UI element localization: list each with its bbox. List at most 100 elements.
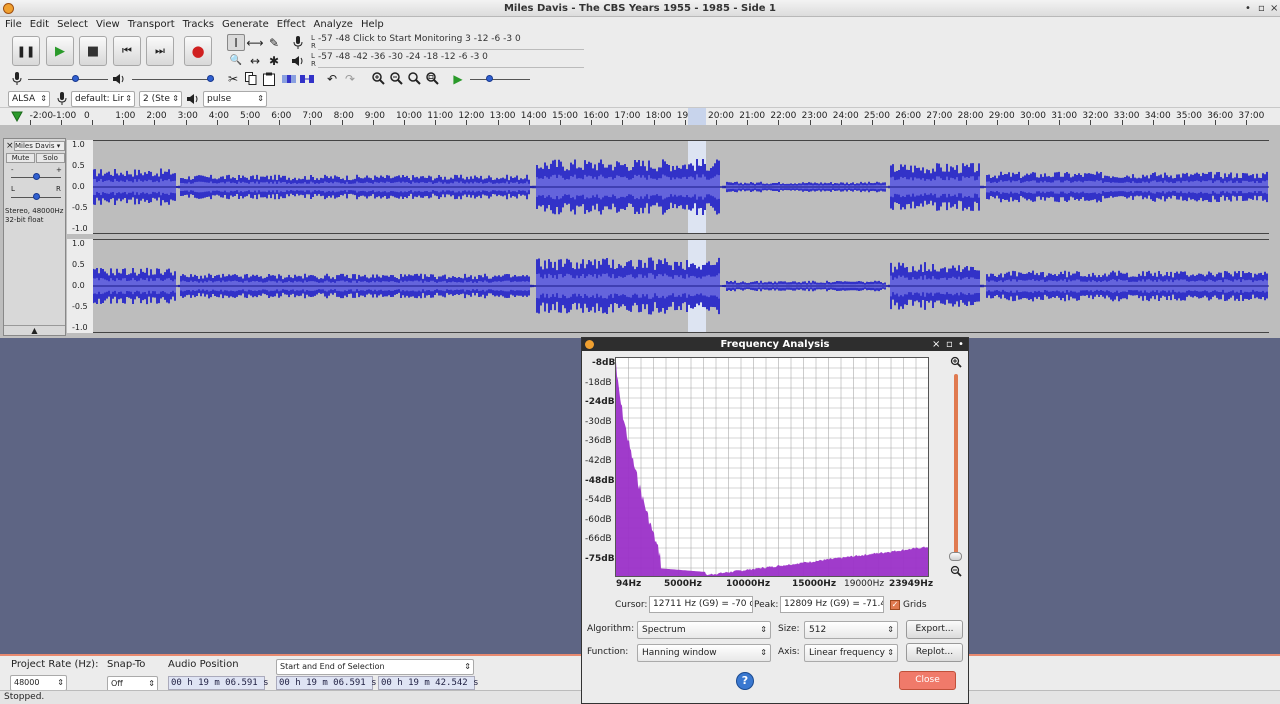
- record-meter-mic-icon[interactable]: [289, 34, 307, 51]
- waveform-channel-left[interactable]: [93, 140, 1269, 234]
- selection-start-field[interactable]: 00 h 19 m 06.591 s: [276, 676, 377, 690]
- playback-meter-speaker-icon[interactable]: [289, 52, 307, 69]
- ruler-tick-mark: [372, 120, 374, 125]
- y-axis-label: -48dB: [585, 475, 615, 486]
- minimize-button[interactable]: •: [1245, 0, 1251, 17]
- audio-position-field[interactable]: 00 h 19 m 06.591 s: [168, 676, 269, 690]
- menu-help[interactable]: Help: [361, 17, 384, 33]
- paste-icon[interactable]: [260, 70, 278, 87]
- gain-slider[interactable]: [11, 172, 61, 182]
- draw-tool-icon[interactable]: ✎: [265, 34, 283, 51]
- track-close-icon[interactable]: ×: [6, 141, 14, 151]
- menu-view[interactable]: View: [96, 17, 120, 33]
- x-axis-label: 94Hz: [616, 579, 642, 589]
- selection-end-field[interactable]: 00 h 19 m 42.542 s: [378, 676, 479, 690]
- grids-checkbox[interactable]: ✓: [890, 600, 900, 610]
- ruler-tick-mark: [310, 120, 312, 125]
- zoom-in-freq-icon[interactable]: [950, 356, 962, 368]
- menu-effect[interactable]: Effect: [277, 17, 306, 33]
- help-button[interactable]: ?: [736, 672, 754, 690]
- menu-generate[interactable]: Generate: [222, 17, 269, 33]
- play-head-triangle-icon[interactable]: [11, 111, 23, 122]
- spectrum-plot[interactable]: [615, 357, 929, 577]
- recording-volume-slider[interactable]: [28, 74, 108, 84]
- close-window-button[interactable]: ×: [1270, 0, 1278, 17]
- output-device-select[interactable]: pulse: [203, 91, 267, 107]
- menu-edit[interactable]: Edit: [30, 17, 49, 33]
- zoom-in-icon[interactable]: [369, 70, 387, 87]
- y-axis-label: -66dB: [585, 534, 612, 545]
- skip-to-start-button[interactable]: ⏮: [113, 36, 141, 66]
- time-shift-tool-icon[interactable]: ↔: [246, 52, 264, 69]
- size-select[interactable]: 512: [804, 621, 898, 639]
- ruler-tick-mark: [1028, 120, 1029, 125]
- trim-audio-icon[interactable]: [280, 70, 298, 87]
- dialog-maximize[interactable]: ▫: [946, 338, 953, 351]
- mute-button[interactable]: Mute: [6, 153, 35, 163]
- selection-mode-select[interactable]: Start and End of Selection: [276, 659, 474, 675]
- input-device-select[interactable]: default: Lir: [71, 91, 135, 107]
- copy-icon[interactable]: [242, 70, 260, 87]
- fit-project-icon[interactable]: [423, 70, 441, 87]
- envelope-tool-icon[interactable]: ⟷: [246, 34, 264, 51]
- close-button[interactable]: Close: [899, 671, 956, 690]
- fit-selection-icon[interactable]: [405, 70, 423, 87]
- zoom-out-freq-icon[interactable]: [950, 565, 962, 577]
- freq-zoom-slider-track[interactable]: [954, 374, 958, 560]
- ruler-tick-mark: [778, 120, 780, 125]
- waveform-channel-right[interactable]: [93, 239, 1269, 333]
- pan-slider[interactable]: [11, 192, 61, 202]
- audio-host-select[interactable]: ALSA: [8, 91, 50, 107]
- play-button[interactable]: ▶: [46, 36, 74, 66]
- zoom-tool-icon[interactable]: 🔍: [227, 52, 245, 69]
- playback-volume-slider[interactable]: [132, 74, 214, 84]
- dialog-title-bar: Frequency Analysis × ▫ •: [582, 338, 968, 351]
- zoom-out-icon[interactable]: [387, 70, 405, 87]
- dialog-minimize[interactable]: •: [958, 338, 964, 351]
- silence-audio-icon[interactable]: [298, 70, 316, 87]
- ruler-tick-label: 16:00: [583, 111, 610, 121]
- selection-tool-icon[interactable]: I: [227, 34, 245, 51]
- ruler-tick-label: 17:00: [614, 111, 641, 121]
- ruler-tick-mark: [528, 120, 530, 125]
- record-meter[interactable]: LR -57 -48 Click to Start Monitoring 3 -…: [311, 34, 584, 50]
- pause-button[interactable]: ❚❚: [12, 36, 40, 66]
- multi-tool-icon[interactable]: ✱: [265, 52, 283, 69]
- ruler-tick-label: 21:00: [739, 111, 766, 121]
- replot-button[interactable]: Replot...: [906, 643, 963, 662]
- algorithm-select[interactable]: Spectrum: [637, 621, 771, 639]
- maximize-button[interactable]: ▫: [1258, 0, 1265, 17]
- cut-icon[interactable]: ✂: [224, 70, 242, 87]
- undo-icon[interactable]: ↶: [323, 70, 341, 87]
- timeline-ruler[interactable]: -2:00 -1:00 0 1:00 2:00 3:00 4:00 5:00 6:00 7:00 8…: [0, 108, 1280, 126]
- menu-select[interactable]: Select: [57, 17, 88, 33]
- project-rate-select[interactable]: 48000: [10, 675, 67, 691]
- record-button[interactable]: ●: [184, 36, 212, 66]
- stop-button[interactable]: ■: [79, 36, 107, 66]
- input-channels-select[interactable]: 2 (Ste: [139, 91, 182, 107]
- play-at-speed-icon[interactable]: ▶: [449, 70, 467, 87]
- menu-analyze[interactable]: Analyze: [314, 17, 353, 33]
- track-name-menu[interactable]: Miles Davis ▾: [14, 141, 65, 151]
- ruler-tick-label: -2:00: [29, 111, 54, 121]
- playback-meter[interactable]: LR -57 -48 -42 -36 -30 -24 -18 -12 -6 -3…: [311, 52, 584, 68]
- peak-value-field[interactable]: 12809 Hz (G9) = -71.4: [780, 596, 884, 613]
- freq-zoom-slider-knob[interactable]: [949, 552, 962, 561]
- cursor-value-field[interactable]: 12711 Hz (G9) = -70 d: [649, 596, 753, 613]
- function-select[interactable]: Hanning window: [637, 644, 771, 662]
- peak-label: Peak:: [754, 600, 779, 610]
- redo-icon[interactable]: ↷: [341, 70, 359, 87]
- collapse-track-button[interactable]: ▲: [4, 325, 65, 335]
- dialog-close-x[interactable]: ×: [932, 338, 940, 351]
- axis-select[interactable]: Linear frequency: [804, 644, 898, 662]
- menu-transport[interactable]: Transport: [128, 17, 175, 33]
- ruler-tick-label: 22:00: [770, 111, 797, 121]
- solo-button[interactable]: Solo: [36, 153, 65, 163]
- ruler-tick-mark: [591, 120, 593, 125]
- menu-file[interactable]: File: [5, 17, 22, 33]
- menu-tracks[interactable]: Tracks: [183, 17, 214, 33]
- export-button[interactable]: Export...: [906, 620, 963, 639]
- ruler-tick-mark: [872, 120, 873, 125]
- skip-to-end-button[interactable]: ⏭: [146, 36, 174, 66]
- play-at-speed-slider[interactable]: [470, 74, 530, 84]
